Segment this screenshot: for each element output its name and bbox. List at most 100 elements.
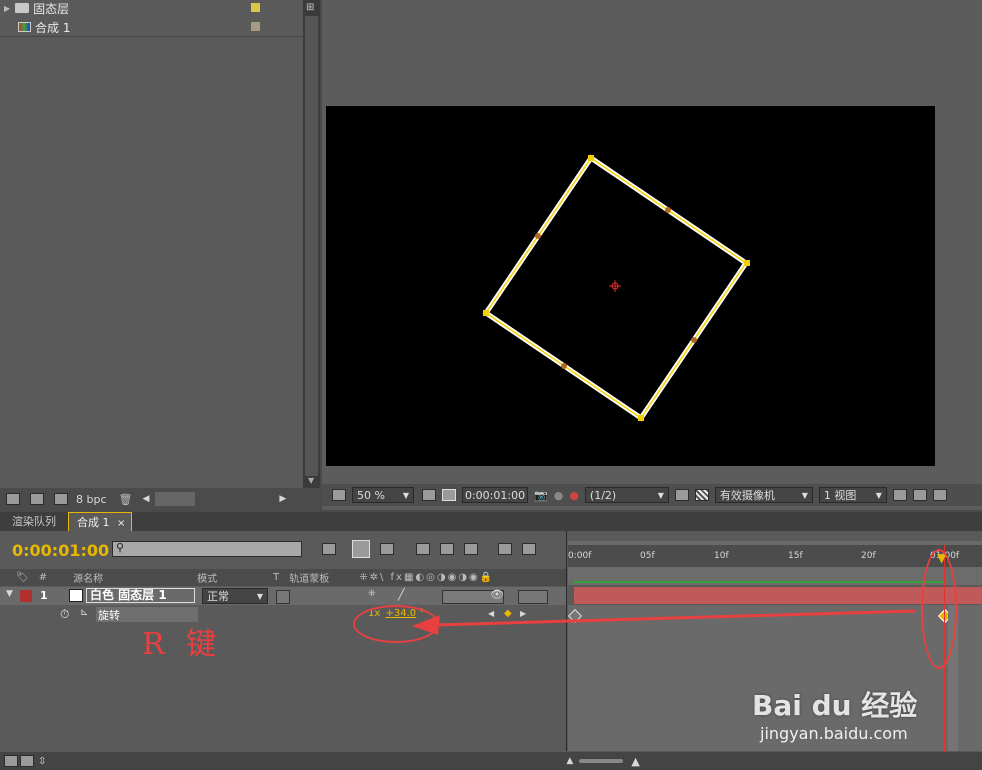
label-tag-icon[interactable]: 🏷 [16, 572, 29, 583]
scroll-thumb[interactable] [305, 16, 318, 476]
column-track-matte[interactable]: 轨道蒙板 [289, 570, 329, 585]
ruler-label: 15f [788, 551, 803, 561]
layer-label-color[interactable] [20, 590, 32, 602]
new-composition-icon[interactable] [54, 493, 68, 505]
zoom-in-mountain-icon[interactable]: ▲ [631, 755, 639, 768]
project-scrollbar[interactable]: ⊞ ▼ [303, 0, 320, 488]
solid-layer-square[interactable] [326, 106, 935, 466]
layer-number: 1 [40, 589, 48, 602]
views-dropdown[interactable]: 1 视图 [818, 487, 887, 503]
ruler-label: 05f [640, 551, 655, 561]
channel-rgb-icon[interactable]: ● [569, 489, 579, 502]
draft-3d-icon[interactable] [380, 543, 394, 555]
label-color-chip[interactable] [251, 22, 260, 31]
folder-icon [15, 3, 30, 13]
track-matte-box[interactable] [276, 590, 290, 604]
quality-switch-icon[interactable]: ╱ [398, 588, 405, 601]
project-item-comp[interactable]: 合成 1 [18, 19, 288, 35]
timeline-switches-bar [322, 539, 562, 559]
hierarchy-icon[interactable]: ⊞ [306, 2, 314, 13]
always-preview-icon[interactable] [332, 489, 346, 501]
timeline-bottom-bar: ⇳ ▲ ▲ [0, 752, 982, 770]
safe-margins-icon[interactable] [422, 489, 436, 501]
fast-previews-icon[interactable] [912, 489, 927, 501]
expand-triangle-icon[interactable]: ▶ [4, 4, 10, 13]
frame-blending-icon[interactable] [440, 543, 454, 555]
tab-composition[interactable]: 合成 1 × [68, 512, 133, 531]
layer-column-headers: 🏷 # 源名称 模式 T 轨道蒙板 ⁜✲\ fx▦◐◎◑◉◑◉🔒 [0, 569, 566, 586]
stopwatch-icon[interactable]: ⏱ [60, 607, 69, 622]
tab-label: 渲染队列 [12, 515, 56, 528]
resolution-value: (1/2) [589, 488, 617, 502]
work-area-green-bar[interactable] [574, 581, 944, 583]
transparency-grid-icon[interactable] [694, 489, 709, 501]
scroll-left-icon[interactable]: ◀ [142, 494, 149, 504]
timeline-toggle-icon[interactable] [932, 489, 947, 501]
annotation-r-key: R 键 [142, 627, 223, 662]
close-icon[interactable]: × [117, 518, 125, 529]
work-area-bar[interactable] [568, 541, 982, 545]
bpc-button[interactable]: 8 bpc [76, 493, 107, 506]
column-t[interactable]: T [273, 572, 279, 583]
ruler-label: 0:00f [568, 551, 592, 561]
tab-label: 合成 1 [77, 516, 110, 529]
shy-switch-icon[interactable]: ⁜ [368, 589, 376, 599]
scroll-down-icon[interactable]: ▼ [308, 476, 314, 485]
layer-name[interactable]: 白色 固态层 1 [86, 588, 195, 603]
zoom-dropdown[interactable]: 50 % [352, 487, 414, 503]
trash-icon[interactable]: 🗑 [119, 493, 133, 506]
camera-value: 有效摄像机 [719, 489, 775, 502]
expand-triangle-icon[interactable]: ▼ [6, 589, 13, 599]
composition-icon [18, 22, 31, 32]
interpret-footage-icon[interactable] [6, 493, 20, 505]
brainstorm-icon[interactable] [522, 543, 536, 555]
comp-mini-flowchart-icon[interactable] [322, 543, 336, 555]
resolution-dropdown[interactable]: (1/2) [584, 487, 669, 503]
visibility-eye-icon[interactable]: 👁 [490, 588, 504, 601]
graph-editor-icon[interactable] [498, 543, 512, 555]
timecode-button[interactable]: 0:00:01:00 [462, 487, 528, 503]
region-of-interest-icon[interactable] [442, 489, 456, 501]
ruler-label: 20f [861, 551, 876, 561]
switch-icons: ⁜✲\ fx▦◐◎◑◉◑◉🔒 [359, 572, 495, 583]
scroll-right-icon[interactable]: ▶ [279, 494, 286, 504]
work-area-row [568, 567, 982, 585]
views-value: 1 视图 [823, 489, 857, 502]
zoom-out-mountain-icon[interactable]: ▲ [566, 756, 573, 766]
tab-render-queue[interactable]: 渲染队列 [0, 512, 68, 531]
expand-pane-icon[interactable]: ⇳ [38, 756, 46, 767]
camera-snapshot-icon[interactable]: 📷 [534, 489, 548, 502]
show-snapshot-icon[interactable]: ● [554, 489, 564, 502]
live-update-icon[interactable] [352, 540, 370, 558]
camera-dropdown[interactable]: 有效摄像机 [714, 487, 813, 503]
time-ruler[interactable]: 0:00f 05f 10f 15f 20f 01:00f [568, 541, 982, 567]
fast-preview-icon[interactable] [674, 489, 689, 501]
label-color-chip[interactable] [251, 3, 260, 12]
toggle-pixel-aspect-icon[interactable] [892, 489, 907, 501]
zoom-slider[interactable] [579, 759, 624, 763]
hide-shy-layers-icon[interactable] [416, 543, 430, 555]
new-folder-icon[interactable] [30, 493, 44, 505]
current-time-display[interactable]: 0:00:01:00 [12, 541, 109, 560]
column-source-name[interactable]: 源名称 [73, 570, 103, 585]
viewer-timecode: 0:00:01:00 [464, 488, 526, 502]
project-bottom-bar: 8 bpc 🗑 ◀ ▶ [0, 488, 320, 510]
toggle-modes-icon[interactable] [20, 755, 34, 767]
project-panel: ▶ 固态层 合成 1 ⊞ ▼ 8 bpc 🗑 ◀ ▶ [0, 0, 320, 510]
motion-blur-icon[interactable] [464, 543, 478, 555]
layer-search-input[interactable]: ⚲ [112, 541, 302, 557]
horizontal-scroll-thumb[interactable] [155, 492, 196, 506]
panel-tabs: 渲染队列 合成 1 × [0, 512, 982, 531]
viewer-scrollbar[interactable] [964, 0, 982, 478]
composition-canvas[interactable] [326, 106, 935, 466]
search-icon: ⚲ [116, 541, 125, 554]
graph-icon[interactable]: ⊾ [80, 607, 88, 618]
toggle-switches-icon[interactable] [4, 755, 18, 767]
column-mode[interactable]: 模式 [197, 570, 217, 585]
project-item-label: 固态层 [33, 1, 70, 16]
blend-mode-dropdown[interactable]: 正常 [202, 588, 268, 604]
layer-thumbnail [69, 589, 83, 602]
blend-mode-value: 正常 [207, 590, 229, 603]
column-index[interactable]: # [39, 572, 47, 583]
zoom-value: 50 % [357, 488, 385, 502]
